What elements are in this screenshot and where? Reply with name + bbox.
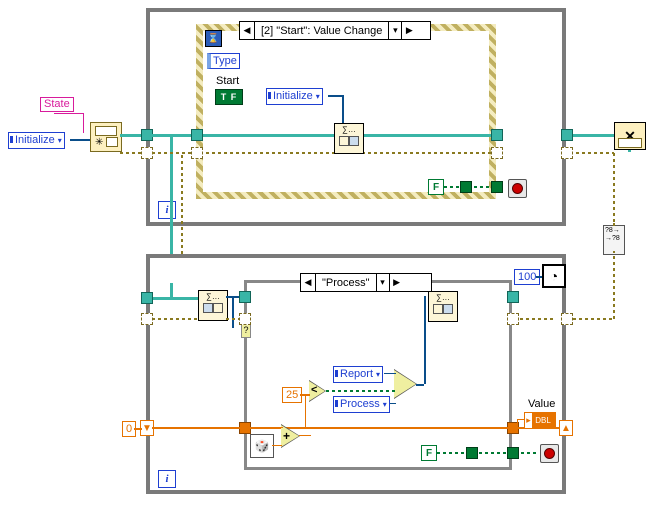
random-number: 🎲 [250,434,274,458]
false-const-event: F [428,179,444,195]
wire [272,445,282,446]
shift-reg-right: ▲ [559,420,573,436]
case-selector-label: "Process" [316,277,376,289]
enqueue-element-subvi: ∑… [334,123,364,154]
event-timeout-tab: ⌛ [205,30,222,47]
enum-initialize[interactable]: Initialize [8,132,65,149]
wire-shift [152,427,559,429]
tunnel [191,147,203,159]
tf-const-start: T F [215,89,243,105]
wire [326,390,396,392]
wire-blue [70,139,90,141]
labview-diagram: State Initialize ✳ ✕ i ⌛ ◀ [2] "Start": … [0,0,654,507]
event-prev[interactable]: ◀ [240,22,255,39]
event-structure [196,24,496,199]
false-const-case: F [421,445,437,461]
enum-process[interactable]: Process [333,396,390,413]
tunnel-error-out-top [561,147,573,159]
tunnel [141,313,153,325]
case-dropdown[interactable]: ▾ [376,274,389,291]
wait-ms [542,264,566,288]
case-next[interactable]: ▶ [389,274,404,291]
tunnel [239,291,251,303]
event-next[interactable]: ▶ [401,22,416,39]
wire [152,134,496,137]
wire [416,384,424,386]
wire [170,283,173,297]
case-prev[interactable]: ◀ [301,274,316,291]
tunnel [191,129,203,141]
event-dropdown[interactable]: ▾ [388,22,401,39]
wire [390,403,396,404]
obtain-queue: ✳ [90,122,122,152]
wire [437,452,539,454]
tunnel [507,291,519,303]
wire-bool [444,186,494,188]
state-type-label: State [40,97,74,112]
wire [613,251,615,319]
wire [134,428,142,430]
loop-iteration-top: i [158,201,176,219]
tunnel [491,147,503,159]
wire [384,373,396,374]
wire-pink [54,113,84,114]
tunnel [561,313,573,325]
release-queue: ✕ [614,122,646,150]
tunnel [141,292,153,304]
stop-terminal-bot [540,444,559,463]
wire-pink [83,113,84,133]
case-selector[interactable]: ◀ "Process" ▾ ▶ [300,273,432,292]
wire [517,419,518,428]
wire [299,435,311,436]
value-label: Value [528,398,555,410]
tunnel [491,129,503,141]
wire [424,296,426,384]
wire [517,419,525,420]
tunnel [239,313,251,325]
select-node [394,370,416,398]
tunnel-bool [491,181,503,193]
wire [328,95,343,97]
stop-terminal-top [508,179,527,198]
wire [305,394,306,428]
event-selector-label: [2] "Start": Value Change [255,25,388,37]
tunnel [466,447,478,459]
wire [232,296,234,328]
wire-error [613,152,615,222]
enum-initialize-event[interactable]: Initialize [266,88,323,105]
dequeue-element-subvi: ∑… [198,290,228,321]
event-data-type: Type [207,53,240,69]
wire [249,427,283,428]
enum-report[interactable]: Report [333,366,383,383]
dbl-indicator: ▸DBL [524,412,556,429]
loop-iteration-bot: i [158,470,176,488]
wire [613,222,615,226]
event-selector[interactable]: ◀ [2] "Start": Value Change ▾ ▶ [239,21,431,40]
tunnel-queue-out-top [561,129,573,141]
wire [536,276,542,278]
tunnel [507,313,519,325]
enqueue-element-subvi-bot: ∑… [428,291,458,322]
start-label: Start [216,75,239,87]
wire [152,318,200,320]
wire [152,152,496,154]
